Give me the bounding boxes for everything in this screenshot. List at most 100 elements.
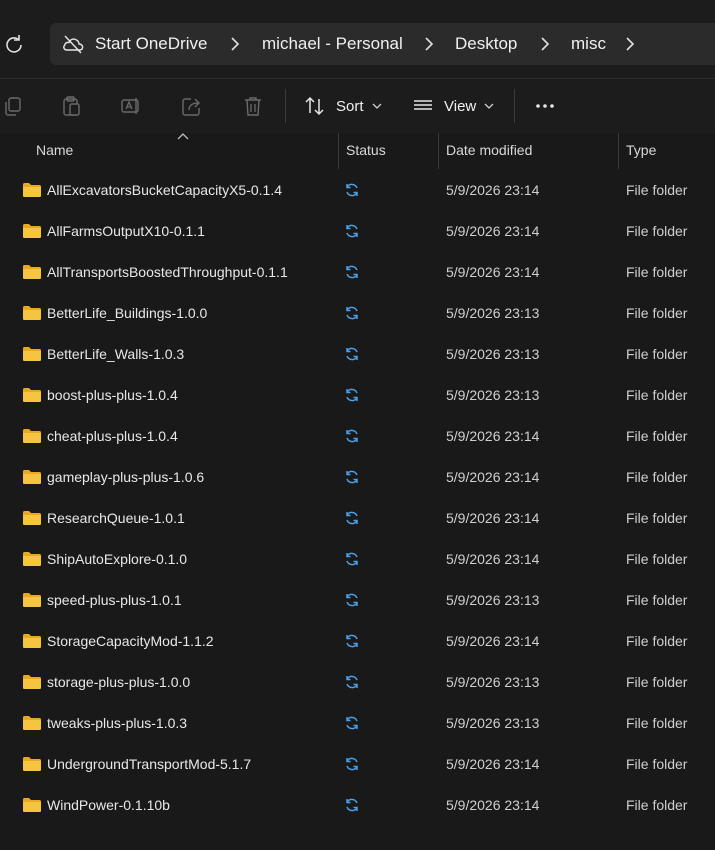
file-name[interactable]: storage-plus-plus-1.0.0 <box>47 674 190 690</box>
column-divider[interactable] <box>618 133 619 169</box>
file-date-modified: 5/9/2026 23:14 <box>446 223 540 239</box>
file-row[interactable]: storage-plus-plus-1.0.0 5/9/2026 23:13 F… <box>0 662 715 703</box>
breadcrumb[interactable]: Start OneDrive michael - Personal Deskto… <box>50 23 715 65</box>
file-row[interactable]: cheat-plus-plus-1.0.4 5/9/2026 23:14 Fil… <box>0 416 715 457</box>
file-name[interactable]: ShipAutoExplore-0.1.0 <box>47 551 187 567</box>
file-name[interactable]: boost-plus-plus-1.0.4 <box>47 387 178 403</box>
breadcrumb-item-onedrive[interactable]: Start OneDrive <box>95 34 207 54</box>
file-date-modified: 5/9/2026 23:14 <box>446 551 540 567</box>
file-date-modified: 5/9/2026 23:13 <box>446 592 540 608</box>
file-name[interactable]: WindPower-0.1.10b <box>47 797 170 813</box>
file-row[interactable]: ShipAutoExplore-0.1.0 5/9/2026 23:14 Fil… <box>0 539 715 580</box>
file-row[interactable]: tweaks-plus-plus-1.0.3 5/9/2026 23:13 Fi… <box>0 703 715 744</box>
file-name[interactable]: AllTransportsBoostedThroughput-0.1.1 <box>47 264 288 280</box>
folder-icon <box>23 265 41 279</box>
file-type: File folder <box>626 182 688 198</box>
folder-icon <box>23 675 41 689</box>
file-name[interactable]: speed-plus-plus-1.0.1 <box>47 592 182 608</box>
file-type: File folder <box>626 264 688 280</box>
sync-pending-icon <box>346 224 358 238</box>
file-row[interactable]: AllTransportsBoostedThroughput-0.1.1 5/9… <box>0 252 715 293</box>
file-type: File folder <box>626 428 688 444</box>
copy-icon[interactable] <box>2 95 24 117</box>
file-name[interactable]: gameplay-plus-plus-1.0.6 <box>47 469 204 485</box>
sync-pending-icon <box>346 593 358 607</box>
more-icon[interactable] <box>534 95 556 117</box>
file-row[interactable]: speed-plus-plus-1.0.1 5/9/2026 23:13 Fil… <box>0 580 715 621</box>
sort-ascending-icon <box>177 133 189 140</box>
file-name[interactable]: AllExcavatorsBucketCapacityX5-0.1.4 <box>47 182 282 198</box>
file-name[interactable]: tweaks-plus-plus-1.0.3 <box>47 715 187 731</box>
folder-icon <box>23 634 41 648</box>
file-row[interactable]: UndergroundTransportMod-5.1.7 5/9/2026 2… <box>0 744 715 785</box>
column-date-modified[interactable]: Date modified <box>446 142 532 158</box>
file-row[interactable]: gameplay-plus-plus-1.0.6 5/9/2026 23:14 … <box>0 457 715 498</box>
file-date-modified: 5/9/2026 23:14 <box>446 264 540 280</box>
column-status[interactable]: Status <box>346 142 386 158</box>
view-label: View <box>444 97 477 115</box>
file-name[interactable]: StorageCapacityMod-1.1.2 <box>47 633 214 649</box>
toolbar-divider <box>285 89 286 123</box>
folder-icon <box>23 183 41 197</box>
sync-pending-icon <box>346 634 358 648</box>
sync-pending-icon <box>346 429 358 443</box>
share-icon[interactable] <box>181 95 203 117</box>
file-name[interactable]: BetterLife_Buildings-1.0.0 <box>47 305 207 321</box>
address-area: Start OneDrive michael - Personal Deskto… <box>0 0 715 78</box>
sync-pending-icon <box>346 347 358 361</box>
file-name[interactable]: BetterLife_Walls-1.0.3 <box>47 346 184 362</box>
column-divider[interactable] <box>338 133 339 169</box>
file-type: File folder <box>626 592 688 608</box>
sort-button[interactable]: Sort <box>304 93 382 119</box>
file-name[interactable]: cheat-plus-plus-1.0.4 <box>47 428 178 444</box>
chevron-right-icon[interactable] <box>230 37 240 51</box>
column-type[interactable]: Type <box>626 142 656 158</box>
chevron-right-icon[interactable] <box>424 37 434 51</box>
file-name[interactable]: UndergroundTransportMod-5.1.7 <box>47 756 251 772</box>
paste-icon[interactable] <box>60 95 82 117</box>
refresh-icon[interactable] <box>2 32 26 56</box>
breadcrumb-item-personal[interactable]: michael - Personal <box>262 34 403 54</box>
chevron-right-icon[interactable] <box>540 37 550 51</box>
folder-icon <box>23 347 41 361</box>
file-date-modified: 5/9/2026 23:14 <box>446 633 540 649</box>
file-name[interactable]: AllFarmsOutputX10-0.1.1 <box>47 223 205 239</box>
folder-icon <box>23 552 41 566</box>
column-divider[interactable] <box>438 133 439 169</box>
file-type: File folder <box>626 223 688 239</box>
column-name[interactable]: Name <box>36 142 73 158</box>
file-date-modified: 5/9/2026 23:14 <box>446 182 540 198</box>
folder-icon <box>23 306 41 320</box>
column-header: Name Status Date modified Type <box>0 133 715 169</box>
file-date-modified: 5/9/2026 23:14 <box>446 797 540 813</box>
chevron-down-icon <box>372 103 381 109</box>
file-type: File folder <box>626 674 688 690</box>
file-row[interactable]: BetterLife_Walls-1.0.3 5/9/2026 23:13 Fi… <box>0 334 715 375</box>
rename-icon[interactable] <box>120 95 142 117</box>
delete-icon[interactable] <box>242 95 264 117</box>
sync-pending-icon <box>346 511 358 525</box>
sync-pending-icon <box>346 716 358 730</box>
file-date-modified: 5/9/2026 23:14 <box>446 756 540 772</box>
sort-label: Sort <box>336 97 364 115</box>
file-row[interactable]: AllFarmsOutputX10-0.1.1 5/9/2026 23:14 F… <box>0 211 715 252</box>
file-row[interactable]: boost-plus-plus-1.0.4 5/9/2026 23:13 Fil… <box>0 375 715 416</box>
breadcrumb-item-desktop[interactable]: Desktop <box>455 34 517 54</box>
file-row[interactable]: StorageCapacityMod-1.1.2 5/9/2026 23:14 … <box>0 621 715 662</box>
folder-icon <box>23 224 41 238</box>
view-button[interactable]: View <box>412 93 494 119</box>
folder-icon <box>23 388 41 402</box>
file-row[interactable]: BetterLife_Buildings-1.0.0 5/9/2026 23:1… <box>0 293 715 334</box>
file-type: File folder <box>626 797 688 813</box>
file-name[interactable]: ResearchQueue-1.0.1 <box>47 510 185 526</box>
chevron-right-icon[interactable] <box>625 37 635 51</box>
breadcrumb-item-misc[interactable]: misc <box>571 34 606 54</box>
file-row[interactable]: WindPower-0.1.10b 5/9/2026 23:14 File fo… <box>0 785 715 826</box>
file-row[interactable]: ResearchQueue-1.0.1 5/9/2026 23:14 File … <box>0 498 715 539</box>
file-date-modified: 5/9/2026 23:13 <box>446 346 540 362</box>
sync-pending-icon <box>346 265 358 279</box>
file-list: AllExcavatorsBucketCapacityX5-0.1.4 5/9/… <box>0 170 715 826</box>
onedrive-off-icon[interactable] <box>62 34 84 54</box>
file-date-modified: 5/9/2026 23:13 <box>446 387 540 403</box>
file-row[interactable]: AllExcavatorsBucketCapacityX5-0.1.4 5/9/… <box>0 170 715 211</box>
